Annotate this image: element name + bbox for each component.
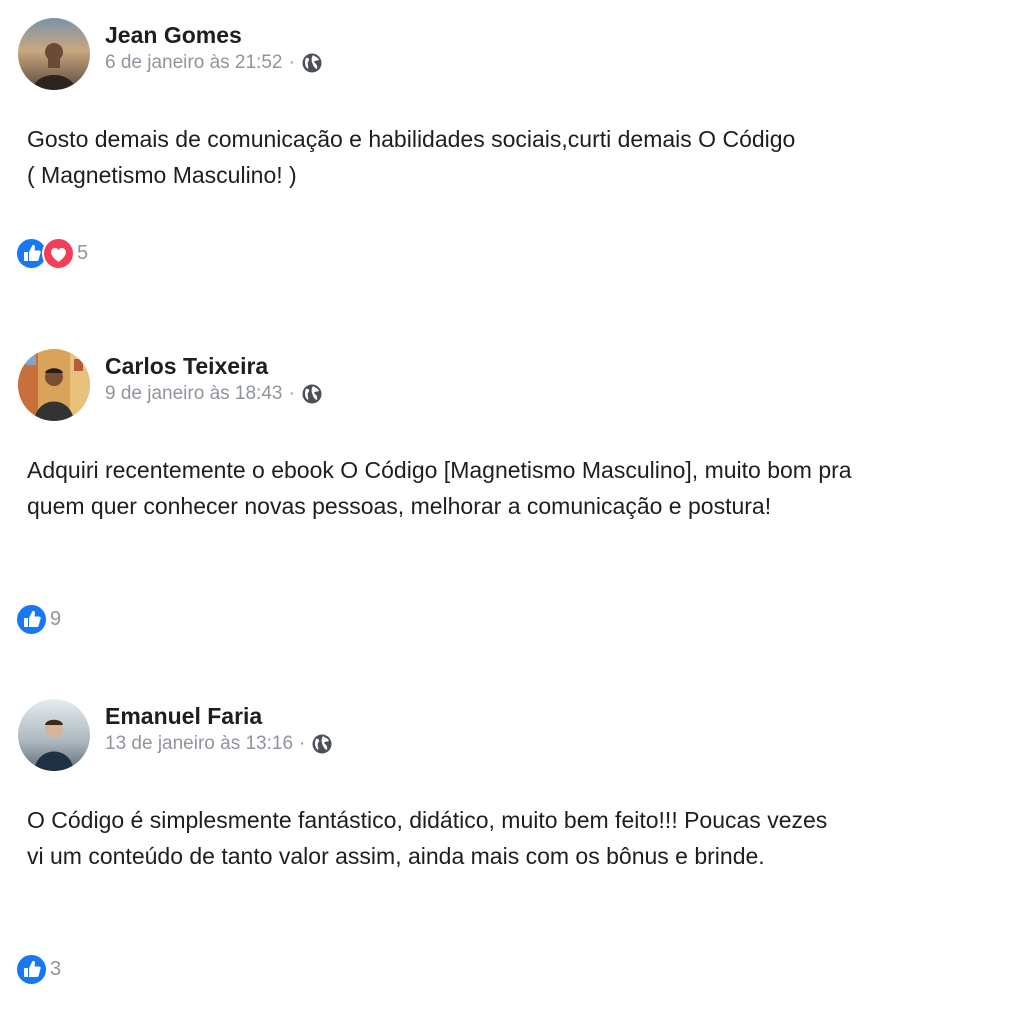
globe-icon[interactable] [311,733,333,755]
post-meta: 6 de janeiro às 21:52 · [105,52,323,74]
author-name[interactable]: Jean Gomes [105,22,242,49]
love-icon [42,236,75,270]
reaction-summary[interactable]: 5 [15,236,88,270]
author-name[interactable]: Emanuel Faria [105,703,262,730]
reaction-count[interactable]: 5 [77,242,88,265]
avatar[interactable] [18,699,90,771]
reaction-summary[interactable]: 9 [15,602,61,636]
author-name[interactable]: Carlos Teixeira [105,353,268,380]
post-meta: 13 de janeiro às 13:16 · [105,733,333,755]
like-icon [15,602,48,636]
globe-icon[interactable] [301,52,323,74]
separator: · [299,733,306,754]
separator: · [288,52,295,73]
timestamp[interactable]: 13 de janeiro às 13:16 [105,733,293,755]
comment-text: Gosto demais de comunicação e habilidade… [27,126,796,188]
timestamp[interactable]: 6 de janeiro às 21:52 [105,52,282,74]
avatar[interactable] [18,18,90,90]
reaction-count[interactable]: 3 [50,958,61,981]
like-icon [15,952,48,986]
comment-text: Adquiri recentemente o ebook O Código [M… [27,457,852,519]
reaction-summary[interactable]: 3 [15,952,61,986]
timestamp[interactable]: 9 de janeiro às 18:43 [105,383,282,405]
separator: · [288,383,295,404]
reaction-count[interactable]: 9 [50,608,61,631]
globe-icon[interactable] [301,383,323,405]
avatar[interactable] [18,349,90,421]
comment-text: O Código é simplesmente fantástico, didá… [27,807,828,869]
post-meta: 9 de janeiro às 18:43 · [105,383,323,405]
